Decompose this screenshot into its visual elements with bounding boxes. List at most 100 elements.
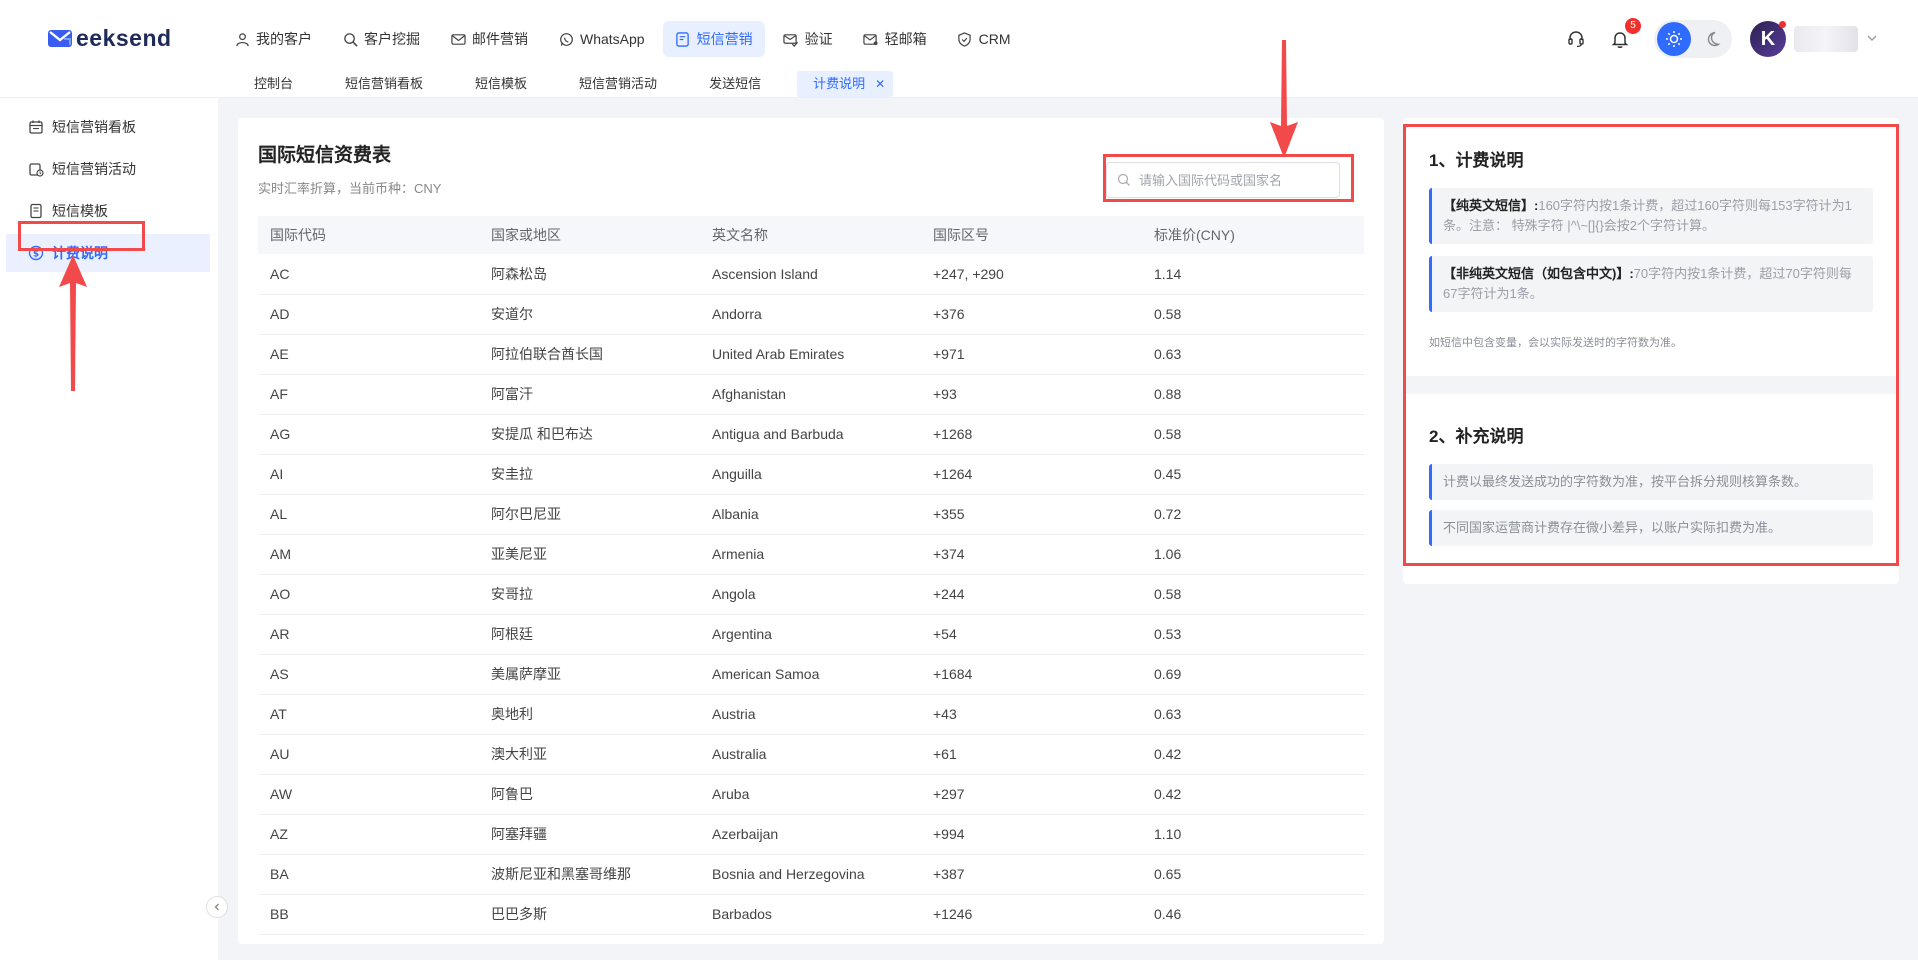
sidebar-item-label: 计费说明 xyxy=(52,245,108,261)
column-header[interactable]: 国际区号 xyxy=(921,216,1142,254)
cell-country: 巴巴多斯 xyxy=(479,894,700,935)
sidebar-item-sms-dashboard[interactable]: 短信营销看板 xyxy=(6,108,210,146)
cell-country: 波斯尼亚和黑塞哥维那 xyxy=(479,854,700,895)
nav-label: 邮件营销 xyxy=(472,31,528,47)
cell-intl-code: AI xyxy=(258,454,479,495)
table-row[interactable]: AS 美属萨摩亚 American Samoa +1684 0.69 xyxy=(258,654,1364,695)
column-header[interactable]: 英文名称 xyxy=(700,216,921,254)
cell-intl-code: AR xyxy=(258,614,479,655)
user-menu[interactable]: K xyxy=(1750,21,1878,57)
nav-my-customers[interactable]: 我的客户 xyxy=(222,21,324,57)
table-row[interactable]: AG 安提瓜 和巴布达 Antigua and Barbuda +1268 0.58 xyxy=(258,414,1364,455)
subtab-send-sms[interactable]: 发送短信 xyxy=(693,71,777,97)
subtab-sms-dashboard[interactable]: 短信营销看板 xyxy=(329,71,439,97)
notification-bell-icon[interactable]: 5 xyxy=(1606,18,1641,53)
cell-intl-code: AO xyxy=(258,574,479,615)
nav-label: 轻邮箱 xyxy=(884,31,927,47)
dollar-icon: $ xyxy=(28,245,44,261)
column-header[interactable]: 标准价(CNY) xyxy=(1142,216,1364,254)
table-row[interactable]: AZ 阿塞拜疆 Azerbaijan +994 1.10 xyxy=(258,814,1364,855)
close-icon[interactable]: ✕ xyxy=(875,77,885,91)
section-title: 1、计费说明 xyxy=(1429,151,1524,170)
sidebar-item-sms-templates[interactable]: 短信模板 xyxy=(6,192,210,230)
cell-country: 阿森松岛 xyxy=(479,254,700,295)
column-header[interactable]: 国家或地区 xyxy=(479,216,700,254)
table-row[interactable]: AD 安道尔 Andorra +376 0.58 xyxy=(258,294,1364,335)
table-row[interactable]: AU 澳大利亚 Australia +61 0.42 xyxy=(258,734,1364,775)
cell-intl-code: AU xyxy=(258,734,479,775)
support-headset-icon[interactable] xyxy=(1562,25,1590,53)
search-box[interactable] xyxy=(1106,162,1340,198)
note-label: 【非纯英文短信（如包含中文)】: xyxy=(1443,266,1634,281)
username-blurred xyxy=(1794,26,1858,52)
cell-country: 阿根廷 xyxy=(479,614,700,655)
cell-dial-code: +43 xyxy=(921,694,1142,735)
sun-icon[interactable] xyxy=(1657,22,1691,56)
table-row[interactable]: AO 安哥拉 Angola +244 0.58 xyxy=(258,574,1364,615)
search-icon xyxy=(1117,173,1130,186)
subtab-sms-campaigns[interactable]: 短信营销活动 xyxy=(563,71,673,97)
theme-toggle[interactable] xyxy=(1654,20,1732,58)
shield-icon xyxy=(957,31,973,47)
column-header[interactable]: 国际代码 xyxy=(258,216,479,254)
sidebar-item-label: 短信模板 xyxy=(52,203,108,219)
moon-icon[interactable] xyxy=(1695,22,1729,56)
table-row[interactable]: BB 巴巴多斯 Barbados +1246 0.46 xyxy=(258,894,1364,935)
cell-intl-code: BA xyxy=(258,854,479,895)
nav-customer-mining[interactable]: 客户挖掘 xyxy=(330,21,432,57)
cell-dial-code: +387 xyxy=(921,854,1142,895)
nav-light-mailbox[interactable]: 轻邮箱 xyxy=(851,21,939,57)
table-row[interactable]: AM 亚美尼亚 Armenia +374 1.06 xyxy=(258,534,1364,575)
template-icon xyxy=(28,203,44,219)
cell-english-name: Albania xyxy=(700,494,921,535)
table-row[interactable]: AL 阿尔巴尼亚 Albania +355 0.72 xyxy=(258,494,1364,535)
table-row[interactable]: AC 阿森松岛 Ascension Island +247, +290 1.14 xyxy=(258,254,1364,295)
cell-english-name: Afghanistan xyxy=(700,374,921,415)
nav-verify[interactable]: 验证 xyxy=(771,21,845,57)
sidebar-collapse-button[interactable] xyxy=(206,896,228,918)
cell-english-name: American Samoa xyxy=(700,654,921,695)
avatar-letter: K xyxy=(1760,27,1776,50)
brand-logo[interactable]: eeksend xyxy=(48,24,172,52)
table-row[interactable]: AR 阿根廷 Argentina +54 0.53 xyxy=(258,614,1364,655)
table-row[interactable]: AW 阿鲁巴 Aruba +297 0.42 xyxy=(258,774,1364,815)
avatar[interactable]: K xyxy=(1750,21,1786,57)
sidebar-item-billing[interactable]: $ 计费说明 xyxy=(6,234,210,272)
cell-country: 安道尔 xyxy=(479,294,700,335)
table-row[interactable]: AI 安圭拉 Anguilla +1264 0.45 xyxy=(258,454,1364,495)
table-row[interactable]: AT 奥地利 Austria +43 0.63 xyxy=(258,694,1364,735)
subtab-label: 计费说明 xyxy=(813,76,866,91)
billing-notes-card: 1、计费说明 【纯英文短信】:160字符内按1条计费，超过160字符则每153字… xyxy=(1403,118,1899,584)
cell-dial-code: +374 xyxy=(921,534,1142,575)
cell-intl-code: AG xyxy=(258,414,479,455)
note-supplement: 计费以最终发送成功的字符数为准，按平台拆分规则核算条数。 xyxy=(1429,464,1873,500)
table-row[interactable]: AF 阿富汗 Afghanistan +93 0.88 xyxy=(258,374,1364,415)
subtab-billing[interactable]: 计费说明 ✕ xyxy=(797,71,894,97)
cell-english-name: Azerbaijan xyxy=(700,814,921,855)
cell-english-name: Australia xyxy=(700,734,921,775)
cell-price: 0.69 xyxy=(1142,654,1364,695)
search-icon xyxy=(342,31,358,47)
table-row[interactable]: AE 阿拉伯联合酋长国 United Arab Emirates +971 0.63 xyxy=(258,334,1364,375)
cell-dial-code: +1268 xyxy=(921,414,1142,455)
nav-whatsapp[interactable]: WhatsApp xyxy=(546,21,657,57)
section-divider xyxy=(1403,376,1899,394)
cell-dial-code: +376 xyxy=(921,294,1142,335)
sub-tabs: 控制台 短信营销看板 短信模板 短信营销活动 发送短信 计费说明 ✕ xyxy=(238,71,913,97)
cell-intl-code: AT xyxy=(258,694,479,735)
nav-crm[interactable]: CRM xyxy=(945,21,1023,57)
cell-intl-code: AM xyxy=(258,534,479,575)
chevron-down-icon[interactable] xyxy=(1866,32,1878,47)
search-input[interactable] xyxy=(1139,172,1329,188)
cell-dial-code: +994 xyxy=(921,814,1142,855)
note-supplement: 不同国家运营商计费存在微小差异，以账户实际扣费为准。 xyxy=(1429,510,1873,546)
nav-sms-marketing[interactable]: 短信营销 xyxy=(662,21,765,57)
cell-country: 美属萨摩亚 xyxy=(479,654,700,695)
subtab-console[interactable]: 控制台 xyxy=(238,71,309,97)
table-row[interactable]: BA 波斯尼亚和黑塞哥维那 Bosnia and Herzegovina +387 0.… xyxy=(258,854,1364,895)
nav-email-marketing[interactable]: 邮件营销 xyxy=(438,21,540,57)
subtab-sms-templates[interactable]: 短信模板 xyxy=(459,71,543,97)
sidebar-item-sms-campaigns[interactable]: 短信营销活动 xyxy=(6,150,210,188)
table-body: AC 阿森松岛 Ascension Island +247, +290 1.14 AD 安道… xyxy=(258,254,1364,935)
light-mail-icon xyxy=(863,31,879,47)
